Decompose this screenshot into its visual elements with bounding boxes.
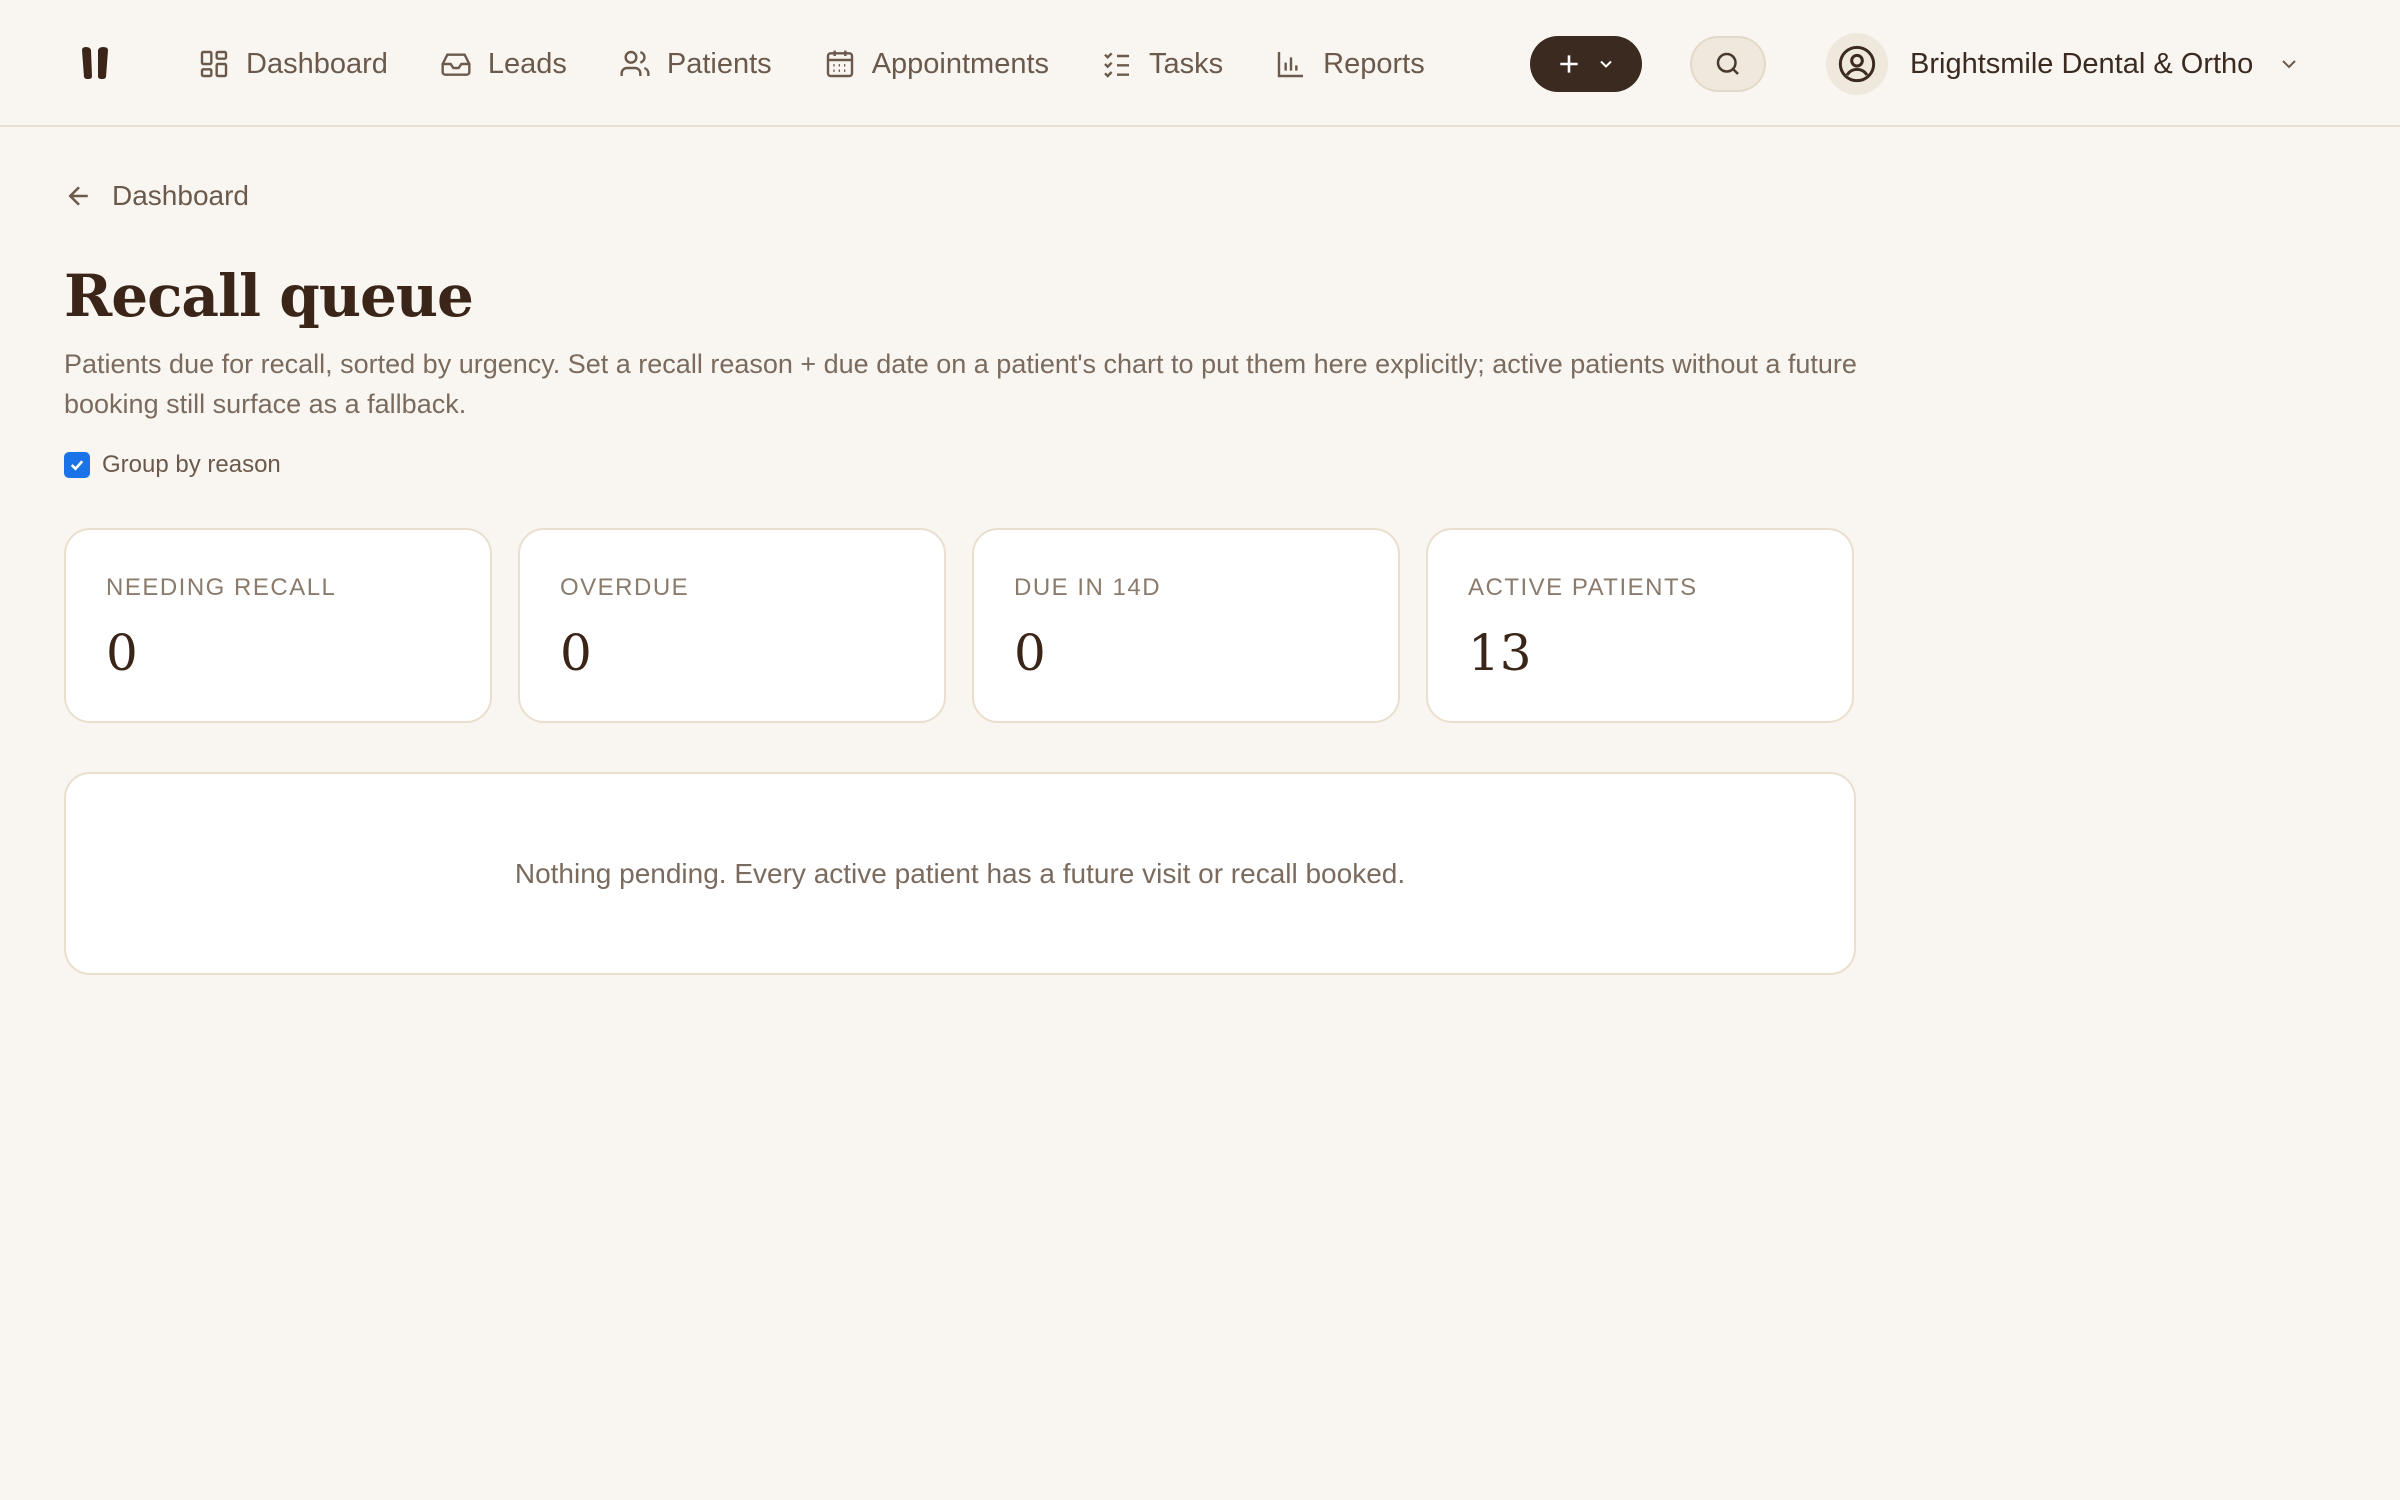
- calendar-icon: [826, 50, 853, 78]
- users-icon: [620, 50, 650, 76]
- nav-item-tasks[interactable]: Tasks: [1101, 38, 1223, 90]
- arrow-left-icon: [68, 186, 88, 206]
- stat-value: 0: [1014, 624, 1046, 682]
- breadcrumb-label: Dashboard: [112, 180, 249, 211]
- stats-row: NEEDING RECALL 0 OVERDUE 0 DUE IN 14D 0 …: [64, 528, 1854, 723]
- account-switcher[interactable]: Brightsmile Dental & Ortho: [1826, 32, 2301, 96]
- page-title: Recall queue: [64, 262, 474, 330]
- checkmark-icon: [70, 460, 84, 471]
- bar-chart-icon: [1277, 52, 1304, 78]
- group-by-reason-label: Group by reason: [102, 451, 281, 478]
- nav-label: Appointments: [871, 47, 1050, 80]
- nav-label: Patients: [666, 47, 772, 80]
- nav-label: Reports: [1323, 47, 1425, 80]
- stat-value: 0: [560, 624, 592, 682]
- stat-card-overdue: OVERDUE 0: [518, 528, 946, 723]
- nav-item-appointments[interactable]: Appointments: [824, 38, 1049, 90]
- inbox-icon: [441, 53, 471, 76]
- new-item-button[interactable]: [1530, 36, 1642, 92]
- user-circle-icon: [1838, 45, 1876, 83]
- avatar: [1826, 33, 1888, 95]
- nav-item-dashboard[interactable]: Dashboard: [198, 38, 388, 90]
- search-button[interactable]: [1690, 36, 1766, 92]
- nav-item-reports[interactable]: Reports: [1275, 38, 1425, 90]
- nav-label: Leads: [487, 47, 567, 80]
- chevron-down-icon: [2282, 60, 2297, 69]
- plus-icon: [1560, 55, 1578, 73]
- stat-value: 0: [106, 624, 138, 682]
- stat-label: ACTIVE PATIENTS: [1468, 574, 1698, 601]
- nav-item-leads[interactable]: Leads: [440, 38, 567, 90]
- dashboard-grid-icon: [200, 50, 228, 78]
- stat-card-needing-recall: NEEDING RECALL 0: [64, 528, 492, 723]
- stat-label: OVERDUE: [560, 574, 690, 601]
- chevron-down-icon: [1600, 60, 1612, 68]
- page-subtitle: Patients due for recall, sorted by urgen…: [64, 349, 1857, 419]
- nav-item-patients[interactable]: Patients: [619, 38, 772, 90]
- stat-label: DUE IN 14D: [1014, 574, 1162, 601]
- stat-label: NEEDING RECALL: [106, 574, 337, 601]
- empty-state-message: Nothing pending. Every active patient ha…: [514, 857, 1406, 889]
- account-name: Brightsmile Dental & Ortho: [1910, 47, 2254, 80]
- tooth-logo-icon[interactable]: [78, 46, 112, 80]
- nav-label: Dashboard: [246, 47, 388, 80]
- stat-card-due-in-14d: DUE IN 14D 0: [972, 528, 1400, 723]
- group-by-reason-toggle[interactable]: Group by reason: [64, 448, 281, 482]
- main-nav: Dashboard Leads Patients Appointments Ta…: [198, 38, 1477, 90]
- stat-card-active-patients: ACTIVE PATIENTS 13: [1426, 528, 1854, 723]
- nav-label: Tasks: [1149, 47, 1224, 80]
- breadcrumb-back-link[interactable]: Dashboard: [64, 176, 249, 216]
- checklist-icon: [1104, 52, 1130, 78]
- group-by-reason-checkbox[interactable]: [64, 452, 90, 478]
- top-navigation-bar: Dashboard Leads Patients Appointments Ta…: [0, 0, 2400, 127]
- empty-state-panel: Nothing pending. Every active patient ha…: [64, 772, 1856, 975]
- search-icon: [1716, 52, 1739, 75]
- stat-value: 13: [1468, 624, 1532, 682]
